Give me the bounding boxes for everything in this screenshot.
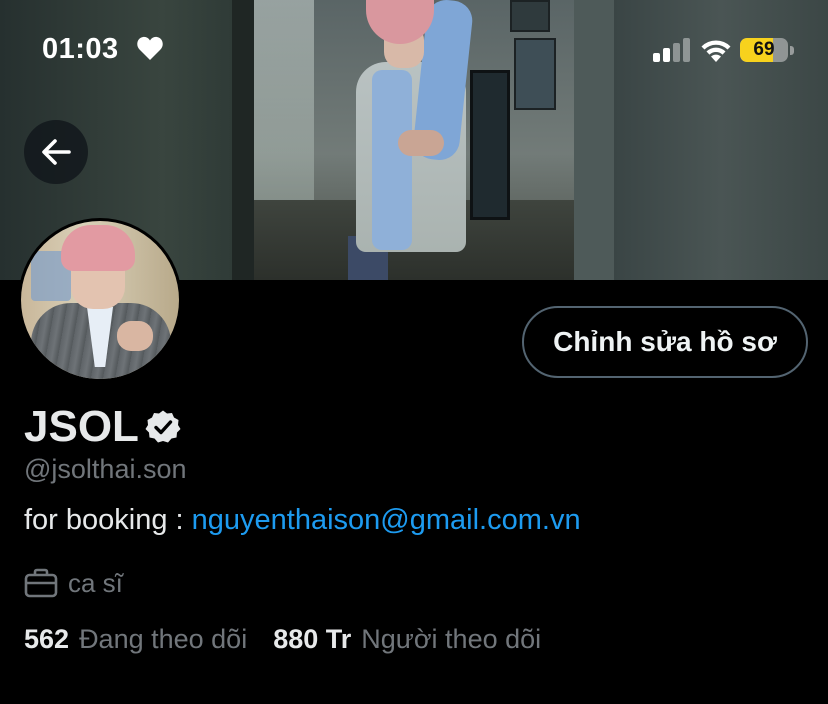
status-bar: 01:03 69 bbox=[0, 24, 828, 76]
following-count: 562 bbox=[24, 624, 70, 654]
status-time: 01:03 bbox=[42, 33, 119, 65]
profile-handle: @jsolthai.son bbox=[24, 454, 187, 484]
heart-icon bbox=[137, 36, 163, 60]
profile-screen: 01:03 69 Chỉnh sửa hồ sơ JSOL @jsolthai.… bbox=[0, 0, 828, 704]
display-name-row: JSOL bbox=[24, 402, 181, 452]
profile-job-row: ca sĩ bbox=[24, 566, 123, 600]
verified-badge-icon[interactable] bbox=[145, 409, 181, 445]
profile-bio: for booking : nguyenthaison@gmail.com.vn bbox=[24, 504, 581, 537]
followers-count: 880 Tr bbox=[273, 624, 352, 654]
following-label: Đang theo dõi bbox=[79, 624, 248, 654]
briefcase-icon bbox=[24, 568, 58, 598]
profile-job: ca sĩ bbox=[68, 567, 123, 598]
battery-icon: 69 bbox=[740, 36, 794, 64]
battery-level: 69 bbox=[753, 39, 775, 60]
avatar[interactable] bbox=[18, 218, 182, 382]
following-stat[interactable]: 562 Đang theo dõi bbox=[24, 624, 247, 655]
cellular-signal-icon bbox=[653, 38, 690, 62]
display-name: JSOL bbox=[24, 402, 139, 451]
wifi-icon bbox=[701, 40, 731, 62]
bio-text: for booking : bbox=[24, 504, 192, 536]
followers-stat[interactable]: 880 Tr Người theo dõi bbox=[273, 624, 541, 655]
arrow-left-icon bbox=[42, 139, 71, 165]
edit-profile-button[interactable]: Chỉnh sửa hồ sơ bbox=[522, 306, 808, 378]
bio-email-link[interactable]: nguyenthaison@gmail.com.vn bbox=[192, 504, 581, 536]
follow-stats: 562 Đang theo dõi 880 Tr Người theo dõi bbox=[24, 624, 541, 655]
followers-label: Người theo dõi bbox=[361, 624, 542, 654]
back-button[interactable] bbox=[24, 120, 88, 184]
